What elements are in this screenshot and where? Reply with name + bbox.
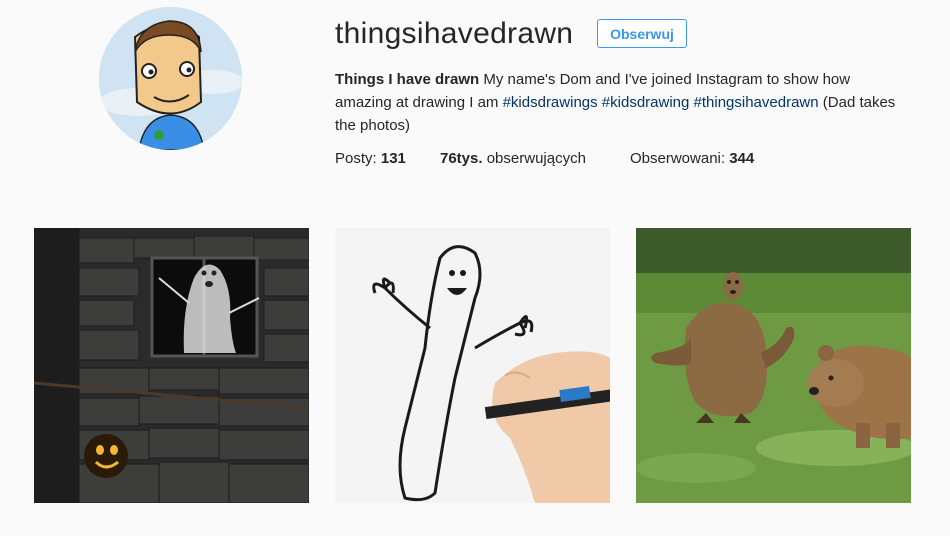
following-count[interactable]: Obserwowani: 344 [630, 148, 754, 170]
avatar-drawing-icon [99, 7, 242, 150]
hand-drawing-photo-icon [335, 228, 610, 503]
profile-username: thingsihavedrawn [335, 17, 574, 50]
post-thumbnail[interactable] [34, 228, 309, 503]
page-footer-strip [0, 520, 950, 536]
followers-count[interactable]: 76tys. obserwujących [440, 148, 630, 170]
hashtag-link[interactable]: #thingsihavedrawn [694, 94, 819, 111]
bear-creature-photo-icon [636, 228, 911, 503]
profile-bio: Things I have drawn My name's Dom and I'… [335, 68, 900, 137]
post-thumbnail[interactable] [636, 228, 911, 503]
hashtag-link[interactable]: #kidsdrawings [503, 94, 598, 111]
profile-avatar[interactable] [99, 7, 242, 150]
posts-count: Posty: 131 [335, 150, 406, 167]
profile-stats: Posty: 131 76tys. obserwujących Obserwow… [335, 148, 754, 170]
ghost-window-photo-icon [34, 228, 309, 503]
bio-name: Things I have drawn [335, 71, 480, 88]
hashtag-link[interactable]: #kidsdrawing [602, 94, 690, 111]
follow-button[interactable]: Obserwuj [597, 19, 687, 48]
post-thumbnail[interactable] [335, 228, 610, 503]
